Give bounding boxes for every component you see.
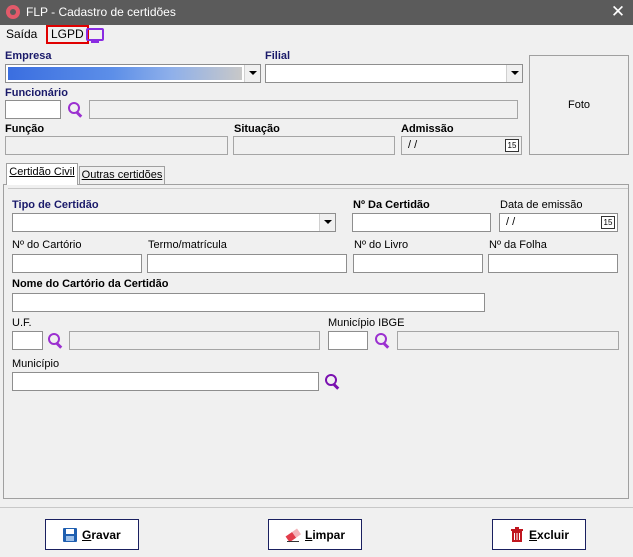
photo-box[interactable]: Foto — [529, 55, 629, 155]
admissao-label: Admissão — [401, 123, 454, 135]
app-logo-icon — [6, 5, 20, 19]
excluir-button[interactable]: Excluir — [492, 519, 586, 550]
situacao-label: Situação — [234, 123, 280, 135]
cartorio-numero-input[interactable] — [12, 254, 142, 273]
search-icon[interactable] — [67, 101, 83, 117]
funcao-label: Função — [5, 123, 45, 135]
funcionario-name-field — [89, 100, 518, 119]
window-title: FLP - Cadastro de certidões — [26, 5, 176, 19]
filial-combo[interactable] — [265, 64, 523, 83]
data-emissao-field[interactable]: / / 15 — [499, 213, 618, 232]
calendar-icon[interactable]: 15 — [601, 216, 615, 229]
tab-certidao-civil[interactable]: Certidão Civil — [6, 163, 78, 185]
eraser-icon — [285, 528, 301, 543]
save-icon — [63, 528, 77, 542]
tab-outras-certidoes[interactable]: Outras certidões — [79, 166, 165, 184]
municipio-label: Município — [12, 358, 60, 370]
search-icon[interactable] — [324, 373, 340, 389]
menu-saida[interactable]: Saída — [6, 27, 37, 42]
monitor-icon[interactable] — [86, 28, 104, 43]
tab-outras-certidoes-label: Outras certidões — [81, 169, 163, 181]
limpar-label: Limpar — [305, 528, 346, 542]
menu-lgpd[interactable]: LGPD — [46, 25, 89, 44]
tipo-certidao-combo[interactable] — [12, 213, 336, 232]
empresa-blurred-value — [8, 67, 242, 80]
footer-divider — [0, 507, 633, 508]
filial-label: Filial — [265, 50, 291, 62]
funcionario-code-input[interactable] — [5, 100, 61, 119]
search-icon[interactable] — [47, 332, 63, 348]
municipio-input[interactable] — [12, 372, 319, 391]
livro-input[interactable] — [353, 254, 483, 273]
panel-divider — [8, 188, 628, 189]
admissao-date-value: / / — [408, 139, 418, 151]
gravar-label: Gravar — [82, 528, 121, 542]
numero-certidao-label: Nº Da Certidão — [353, 199, 430, 211]
funcionario-label: Funcionário — [5, 87, 68, 99]
nome-cartorio-input[interactable] — [12, 293, 485, 312]
tab-certidao-civil-label: Certidão Civil — [9, 166, 75, 178]
empresa-combo[interactable] — [5, 64, 261, 83]
termo-matricula-input[interactable] — [147, 254, 347, 273]
search-icon[interactable] — [374, 332, 390, 348]
uf-input[interactable] — [12, 331, 43, 350]
data-emissao-label: Data de emissão — [500, 199, 583, 211]
folha-label: Nº da Folha — [489, 239, 547, 251]
municipio-ibge-name-field — [397, 331, 619, 350]
funcao-field — [5, 136, 228, 155]
municipio-ibge-label: Município IBGE — [328, 317, 405, 329]
chevron-down-icon[interactable] — [506, 65, 522, 82]
termo-matricula-label: Termo/matrícula — [148, 239, 227, 251]
photo-label: Foto — [567, 99, 590, 111]
municipio-ibge-input[interactable] — [328, 331, 368, 350]
situacao-field — [233, 136, 395, 155]
uf-name-field — [69, 331, 320, 350]
limpar-button[interactable]: Limpar — [268, 519, 362, 550]
title-bar: FLP - Cadastro de certidões ✕ — [0, 0, 633, 25]
calendar-icon[interactable]: 15 — [505, 139, 519, 152]
cartorio-numero-label: Nº do Cartório — [12, 239, 82, 251]
empresa-label: Empresa — [5, 50, 52, 62]
admissao-date-field[interactable]: / / 15 — [401, 136, 522, 155]
chevron-down-icon[interactable] — [244, 65, 260, 82]
numero-certidao-input[interactable] — [352, 213, 491, 232]
gravar-button[interactable]: Gravar — [45, 519, 139, 550]
excluir-label: Excluir — [529, 528, 570, 542]
trash-icon — [511, 527, 523, 542]
chevron-down-icon[interactable] — [319, 214, 335, 231]
nome-cartorio-label: Nome do Cartório da Certidão — [12, 278, 169, 290]
uf-label: U.F. — [12, 317, 32, 329]
data-emissao-value: / / — [506, 216, 516, 228]
close-icon[interactable]: ✕ — [606, 1, 630, 23]
livro-label: Nº do Livro — [354, 239, 409, 251]
tipo-certidao-label: Tipo de Certidão — [12, 199, 99, 211]
folha-input[interactable] — [488, 254, 618, 273]
